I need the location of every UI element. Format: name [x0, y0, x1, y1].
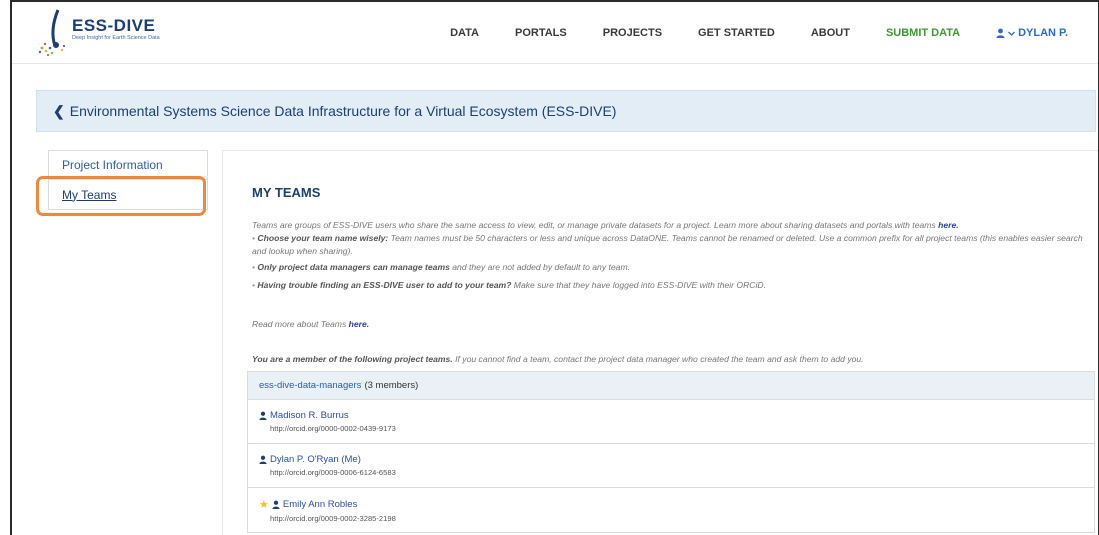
list-item: Dylan P. O'Ryan (Me) http://orcid.org/00…	[248, 444, 1094, 488]
member-name-row: Madison R. Burrus	[259, 410, 1094, 421]
teams-description: Teams are groups of ESS-DIVE users who s…	[252, 219, 1097, 292]
member-name[interactable]: Dylan P. O'Ryan (Me)	[270, 454, 361, 465]
member-orcid: http://orcid.org/0009-0006-6124-6583	[270, 468, 396, 477]
team-name-link[interactable]: ess-dive-data-managers	[259, 380, 361, 391]
bullet-team-name: Choose your team name wisely: Team names…	[252, 232, 1097, 258]
list-item: ★ Emily Ann Robles http://orcid.org/0009…	[248, 488, 1094, 532]
team-card: ess-dive-data-managers (3 members) Madis…	[247, 371, 1095, 533]
nav-portals[interactable]: PORTALS	[515, 27, 567, 39]
logo-subtitle: Deep Insight for Earth Science Data	[72, 35, 160, 41]
team-member-count: (3 members)	[364, 380, 419, 391]
caret-down-icon	[1008, 31, 1016, 36]
user-icon	[272, 500, 280, 509]
learn-more-link[interactable]: here.	[938, 220, 959, 230]
nav-submit-data[interactable]: SUBMIT DATA	[886, 27, 960, 39]
member-name-row: Dylan P. O'Ryan (Me)	[259, 454, 1094, 465]
nav-projects[interactable]: PROJECTS	[603, 27, 662, 39]
sidebar-item-my-teams[interactable]: My Teams	[48, 180, 208, 210]
app-window: ESS-DIVE Deep Insight for Earth Science …	[10, 0, 1099, 535]
bullet-bold: Only project data managers can manage te…	[257, 262, 450, 272]
member-orcid: http://orcid.org/0009-0002-3285-2198	[270, 514, 396, 523]
member-name-row: ★ Emily Ann Robles	[259, 498, 1094, 511]
team-header[interactable]: ess-dive-data-managers (3 members)	[248, 372, 1094, 400]
bullet-bold: Choose your team name wisely:	[257, 233, 389, 243]
project-sidebar: Project Information My Teams	[48, 150, 208, 210]
project-title: Environmental Systems Science Data Infra…	[69, 103, 617, 119]
nav-about[interactable]: ABOUT	[811, 27, 850, 39]
main-nav: DATA PORTALS PROJECTS GET STARTED ABOUT …	[450, 2, 1098, 64]
nav-get-started[interactable]: GET STARTED	[698, 27, 775, 39]
read-more-line: Read more about Teams here.	[252, 319, 369, 329]
nav-data[interactable]: DATA	[450, 27, 479, 39]
member-intro-text: If you cannot find a team, contact the p…	[452, 354, 864, 364]
member-name[interactable]: Emily Ann Robles	[283, 499, 357, 510]
read-more-text: Read more about Teams	[252, 319, 349, 329]
member-intro: You are a member of the following projec…	[252, 354, 864, 364]
bullet-trouble: Having trouble finding an ESS-DIVE user …	[252, 279, 1097, 292]
bullet-managers: Only project data managers can manage te…	[252, 261, 1097, 274]
list-item: Madison R. Burrus http://orcid.org/0000-…	[248, 400, 1094, 444]
user-name: DYLAN P.	[1018, 27, 1068, 39]
user-icon	[259, 411, 267, 420]
project-banner[interactable]: ❮ Environmental Systems Science Data Inf…	[36, 90, 1096, 132]
intro-paragraph: Teams are groups of ESS-DIVE users who s…	[252, 219, 1097, 232]
bullet-text: and they are not added by default to any…	[449, 262, 631, 272]
member-orcid: http://orcid.org/0000-0002-0439-9173	[270, 424, 396, 433]
user-icon	[259, 455, 267, 464]
read-more-link[interactable]: here.	[349, 319, 370, 329]
user-menu[interactable]: DYLAN P.	[996, 27, 1068, 39]
star-icon: ★	[259, 499, 269, 511]
logo-title: ESS-DIVE	[72, 16, 156, 35]
page-title: MY TEAMS	[252, 185, 321, 200]
ess-dive-logo[interactable]: ESS-DIVE Deep Insight for Earth Science …	[36, 8, 206, 60]
top-navbar: ESS-DIVE Deep Insight for Earth Science …	[12, 2, 1098, 64]
sidebar-item-project-information[interactable]: Project Information	[48, 150, 208, 180]
bullet-bold: Having trouble finding an ESS-DIVE user …	[257, 280, 512, 290]
intro-text: Teams are groups of ESS-DIVE users who s…	[252, 220, 939, 230]
member-name[interactable]: Madison R. Burrus	[270, 410, 349, 421]
member-intro-bold: You are a member of the following projec…	[252, 354, 453, 364]
user-icon	[996, 28, 1005, 38]
logo-mark-icon	[38, 9, 66, 57]
chevron-left-icon: ❮	[53, 102, 65, 119]
bullet-text: Make sure that they have logged into ESS…	[511, 280, 767, 290]
main-panel: MY TEAMS Teams are groups of ESS-DIVE us…	[222, 150, 1098, 535]
